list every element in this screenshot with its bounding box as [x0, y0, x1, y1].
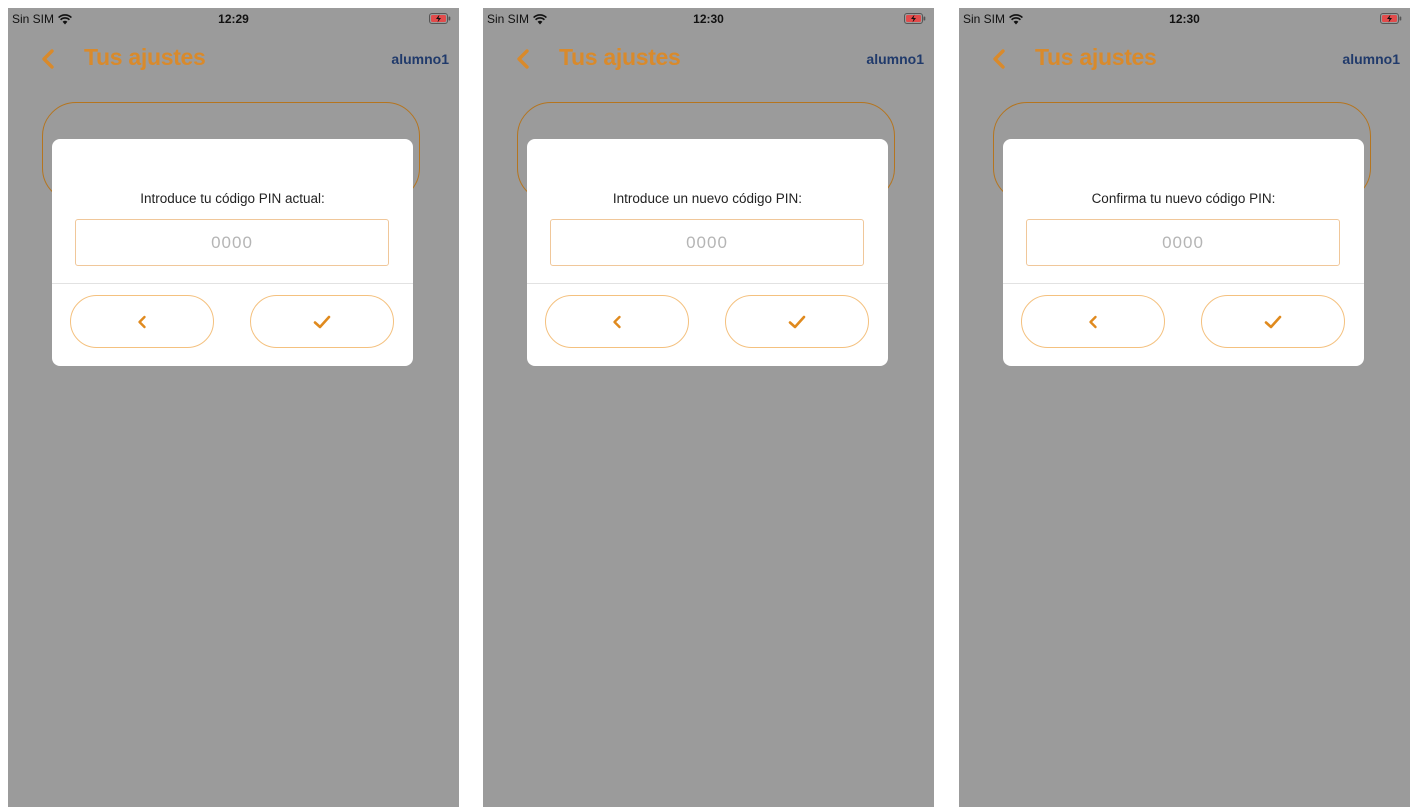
username-label: alumno1: [391, 51, 449, 67]
dialog-confirm-button[interactable]: [1201, 295, 1345, 348]
battery-charging-icon: [1380, 13, 1402, 24]
dialog-back-button[interactable]: [70, 295, 214, 348]
nav-bar: Tus ajustes alumno1: [483, 42, 934, 76]
page-title: Tus ajustes: [1035, 44, 1157, 70]
status-time: 12:30: [1169, 12, 1200, 26]
phone-screen-2: Sin SIM 12:30 Tus ajustes alumno1 Introd…: [483, 8, 934, 807]
status-time: 12:29: [218, 12, 249, 26]
dialog-divider: [52, 283, 413, 284]
checkmark-icon: [788, 315, 806, 328]
phone-screen-1: Sin SIM 12:29 Tus ajustes alumno1 Introd…: [8, 8, 459, 807]
username-label: alumno1: [1342, 51, 1400, 67]
dialog-back-button[interactable]: [1021, 295, 1165, 348]
dialog-back-button[interactable]: [545, 295, 689, 348]
back-chevron-icon[interactable]: [989, 48, 1011, 70]
status-bar: Sin SIM 12:30: [483, 8, 934, 36]
chevron-left-icon: [138, 315, 146, 328]
checkmark-icon: [1264, 315, 1282, 328]
dialog-prompt: Confirma tu nuevo código PIN:: [1091, 191, 1276, 206]
screens-container: Sin SIM 12:29 Tus ajustes alumno1 Introd…: [0, 0, 1418, 807]
pin-input[interactable]: [550, 219, 864, 266]
dialog-confirm-button[interactable]: [250, 295, 394, 348]
pin-dialog: Introduce tu código PIN actual:: [52, 139, 413, 366]
dialog-confirm-button[interactable]: [725, 295, 869, 348]
battery-charging-icon: [429, 13, 451, 24]
chevron-left-icon: [1089, 315, 1097, 328]
dialog-prompt: Introduce tu código PIN actual:: [140, 191, 325, 206]
pin-input[interactable]: [75, 219, 389, 266]
pin-input[interactable]: [1026, 219, 1340, 266]
status-bar: Sin SIM 12:29: [8, 8, 459, 36]
page-title: Tus ajustes: [84, 44, 206, 70]
pin-dialog: Introduce un nuevo código PIN:: [527, 139, 888, 366]
nav-bar: Tus ajustes alumno1: [8, 42, 459, 76]
back-chevron-icon[interactable]: [513, 48, 535, 70]
dialog-prompt: Introduce un nuevo código PIN:: [612, 191, 803, 206]
chevron-left-icon: [613, 315, 621, 328]
checkmark-icon: [313, 315, 331, 328]
phone-screen-3: Sin SIM 12:30 Tus ajustes alumno1 Confir…: [959, 8, 1410, 807]
status-time: 12:30: [693, 12, 724, 26]
pin-dialog: Confirma tu nuevo código PIN:: [1003, 139, 1364, 366]
back-chevron-icon[interactable]: [38, 48, 60, 70]
status-bar: Sin SIM 12:30: [959, 8, 1410, 36]
battery-charging-icon: [904, 13, 926, 24]
page-title: Tus ajustes: [559, 44, 681, 70]
dialog-divider: [527, 283, 888, 284]
nav-bar: Tus ajustes alumno1: [959, 42, 1410, 76]
dialog-divider: [1003, 283, 1364, 284]
username-label: alumno1: [866, 51, 924, 67]
